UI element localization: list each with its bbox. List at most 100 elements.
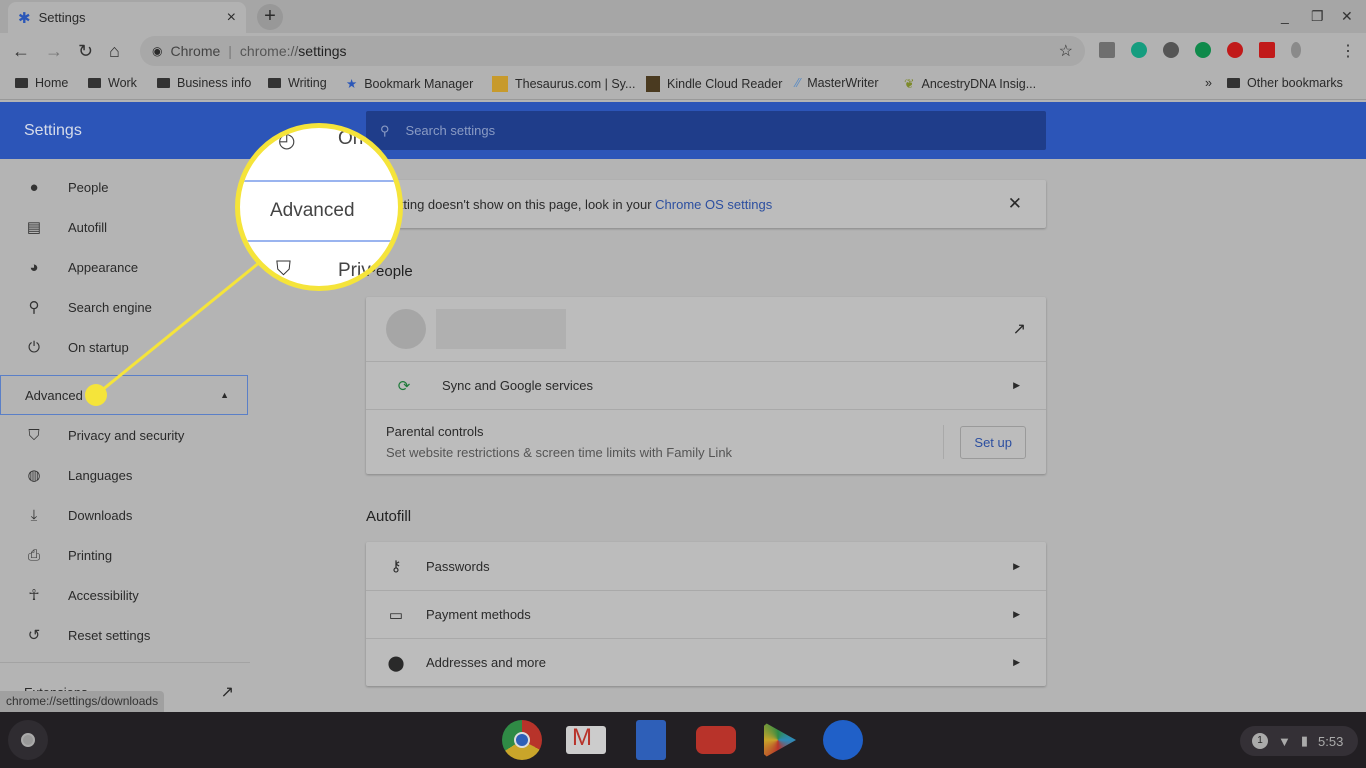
minimize-button[interactable]: _ xyxy=(1281,8,1289,24)
history-icon: ↺ xyxy=(27,627,41,644)
bookmark-work[interactable]: Work xyxy=(88,76,137,90)
bookmark-ancestry[interactable]: ❦ AncestryDNA Insig... xyxy=(904,76,1036,92)
folder-icon xyxy=(15,78,28,88)
sidebar-advanced-toggle[interactable]: Advanced ▲ xyxy=(0,375,248,415)
bookmark-star-icon[interactable]: ☆ xyxy=(1059,41,1073,61)
site-chip: Chrome xyxy=(170,43,221,59)
power-icon: ⏻ xyxy=(28,338,40,356)
thesaurus-icon xyxy=(492,76,508,92)
sidebar-item-autofill[interactable]: ▤ Autofill xyxy=(0,207,250,247)
callout-dot xyxy=(85,384,107,406)
bookmark-manager[interactable]: ★ Bookmark Manager xyxy=(346,76,473,92)
sidebar-item-reset[interactable]: ↺ Reset settings xyxy=(0,615,250,655)
youtube-app-icon[interactable] xyxy=(696,726,736,754)
folder-icon xyxy=(88,78,101,88)
launcher-button[interactable] xyxy=(8,720,48,760)
profile-row[interactable]: ↗ xyxy=(366,297,1046,361)
shield-icon: ⛉ xyxy=(276,258,291,280)
other-bookmarks[interactable]: Other bookmarks xyxy=(1227,76,1343,90)
play-store-app-icon[interactable] xyxy=(764,722,796,758)
hangouts-extension-icon[interactable] xyxy=(1195,42,1211,58)
menu-icon[interactable]: ⋮ xyxy=(1340,41,1356,61)
gmail-app-icon[interactable]: M xyxy=(566,724,606,754)
folder-icon xyxy=(268,78,281,88)
z-extension-icon[interactable] xyxy=(1099,42,1115,58)
autofill-heading: Autofill xyxy=(366,508,412,525)
sidebar-item-people[interactable]: ● People xyxy=(0,167,250,207)
bookmark-thesaurus[interactable]: Thesaurus.com | Sy... xyxy=(492,76,635,92)
addresses-row[interactable]: ⬤ Addresses and more ▶ xyxy=(366,638,1046,686)
wifi-icon: ▼ xyxy=(1278,733,1291,749)
back-icon[interactable]: ← xyxy=(12,41,30,62)
home-icon[interactable]: ⌂ xyxy=(109,41,120,62)
close-icon[interactable]: ✕ xyxy=(1008,194,1022,214)
sync-row[interactable]: ⟳ Sync and Google services ▶ xyxy=(366,361,1046,409)
sidebar-item-accessibility[interactable]: ☥ Accessibility xyxy=(0,575,250,615)
pause-extension-icon[interactable] xyxy=(1259,42,1275,58)
shelf: M 1 ▼ ▮ 5:53 xyxy=(0,712,1366,768)
toolbar: ← → ↻ ⌂ ◉ Chrome | chrome://settings ☆ ⋮ xyxy=(0,33,1366,70)
reload-icon[interactable]: ↻ xyxy=(78,41,93,62)
new-tab-button[interactable]: + xyxy=(257,4,283,30)
power-icon: ◴ xyxy=(278,130,296,152)
close-tab-icon[interactable]: × xyxy=(227,9,236,27)
palette-icon: ◕ xyxy=(29,258,39,276)
caret-up-icon: ▲ xyxy=(220,390,229,400)
parental-controls-row: Parental controls Set website restrictio… xyxy=(366,409,1046,474)
forward-icon[interactable]: → xyxy=(45,41,63,62)
key-icon: ⚷ xyxy=(390,558,402,575)
sidebar-item-languages[interactable]: ◍ Languages xyxy=(0,455,250,495)
bookmark-business-info[interactable]: Business info xyxy=(157,76,251,90)
bookmarks-overflow[interactable]: » xyxy=(1205,76,1212,90)
bookmark-writing[interactable]: Writing xyxy=(268,76,327,90)
chevron-right-icon: ▶ xyxy=(1013,609,1020,619)
chrome-os-notice: setting doesn't show on this page, look … xyxy=(366,180,1046,228)
star-icon: ★ xyxy=(346,77,358,91)
tab-strip: ✱ Settings × + _ ❐ ✕ xyxy=(0,0,1366,33)
setup-button[interactable]: Set up xyxy=(960,425,1026,459)
chrome-app-icon[interactable] xyxy=(502,720,542,760)
bookmark-masterwriter[interactable]: ⁄⁄ MasterWriter xyxy=(796,76,879,90)
restore-button[interactable]: ❐ xyxy=(1311,8,1324,25)
status-tray[interactable]: 1 ▼ ▮ 5:53 xyxy=(1240,726,1358,756)
chevron-right-icon: ▶ xyxy=(1013,560,1020,571)
bookmark-home[interactable]: Home xyxy=(15,76,68,90)
open-external-icon[interactable]: ↗ xyxy=(1013,319,1026,339)
tab-settings[interactable]: ✱ Settings × xyxy=(8,2,246,33)
extension-icon[interactable] xyxy=(1291,42,1301,58)
search-input[interactable]: ⚲ Search settings xyxy=(366,111,1046,150)
battery-icon: ▮ xyxy=(1300,733,1309,748)
search-icon: ⚲ xyxy=(380,122,390,138)
location-pin-icon: ⬤ xyxy=(387,654,405,672)
payment-methods-row[interactable]: ▭ Payment methods ▶ xyxy=(366,590,1046,638)
chrome-os-settings-link[interactable]: Chrome OS settings xyxy=(655,197,772,212)
chevron-right-icon: ▶ xyxy=(1013,380,1020,390)
ancestry-leaf-icon: ❦ xyxy=(904,77,915,91)
shield-icon: ⛉ xyxy=(28,426,40,444)
docs-app-icon[interactable] xyxy=(636,720,666,760)
credit-card-icon: ▭ xyxy=(388,606,404,624)
sidebar-item-search-engine[interactable]: ⚲ Search engine xyxy=(0,287,250,327)
sidebar-item-on-startup[interactable]: ⏻ On startup xyxy=(0,327,250,367)
clipboard-icon: ▤ xyxy=(26,219,42,236)
parental-subtitle: Set website restrictions & screen time l… xyxy=(386,445,733,460)
search-icon: ⚲ xyxy=(28,299,40,316)
sidebar-item-appearance[interactable]: ◕ Appearance xyxy=(0,247,250,287)
address-bar[interactable]: ◉ Chrome | chrome://settings ☆ xyxy=(140,36,1085,66)
adblock-extension-icon[interactable] xyxy=(1227,42,1243,58)
url-text: chrome://settings xyxy=(239,43,347,59)
parental-title: Parental controls xyxy=(386,424,484,439)
sidebar-item-privacy[interactable]: ⛉ Privacy and security xyxy=(0,415,250,455)
accessibility-icon: ☥ xyxy=(28,587,40,604)
open-external-icon: ↗ xyxy=(220,684,234,701)
person-icon: ● xyxy=(29,178,39,196)
people-card: ↗ ⟳ Sync and Google services ▶ Parental … xyxy=(366,297,1046,474)
sidebar-item-downloads[interactable]: ⤓ Downloads xyxy=(0,495,250,535)
bookmark-kindle[interactable]: Kindle Cloud Reader xyxy=(646,76,782,92)
messages-app-icon[interactable] xyxy=(823,720,863,760)
grammarly-extension-icon[interactable] xyxy=(1131,42,1147,58)
sidebar-item-printing[interactable]: ⎙ Printing xyxy=(0,535,250,575)
close-window-button[interactable]: ✕ xyxy=(1341,8,1353,25)
pinterest-extension-icon[interactable] xyxy=(1163,42,1179,58)
passwords-row[interactable]: ⚷ Passwords ▶ xyxy=(366,542,1046,590)
